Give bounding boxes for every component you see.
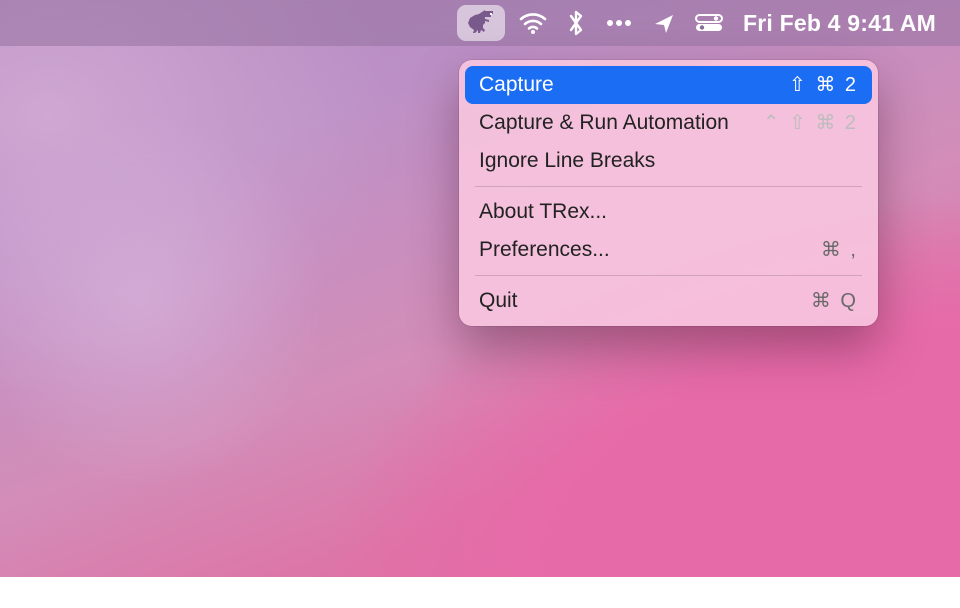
overflow-icon[interactable]: [595, 0, 643, 46]
menubar-clock[interactable]: Fri Feb 4 9:41 AM: [733, 0, 946, 46]
menu-item-label: Ignore Line Breaks: [479, 147, 655, 175]
menu-separator: [475, 275, 862, 276]
menu-item-shortcut: ⌘ ,: [821, 236, 858, 264]
location-icon[interactable]: [643, 0, 685, 46]
menu-item-label: Preferences...: [479, 236, 610, 264]
menu-item-about-trex[interactable]: About TRex...: [465, 193, 872, 231]
menu-item-quit[interactable]: Quit ⌘ Q: [465, 282, 872, 320]
menu-item-label: Capture: [479, 71, 554, 99]
trex-menubar-icon[interactable]: [457, 5, 505, 41]
menu-item-shortcut: ⌘ Q: [811, 287, 858, 315]
menu-item-preferences[interactable]: Preferences... ⌘ ,: [465, 231, 872, 269]
wallpaper-shape: [0, 0, 448, 608]
menu-item-shortcut: ⌃ ⇧ ⌘ 2: [763, 109, 858, 137]
menu-item-capture[interactable]: Capture ⇧ ⌘ 2: [465, 66, 872, 104]
bluetooth-icon[interactable]: [557, 0, 595, 46]
trex-menu: Capture ⇧ ⌘ 2 Capture & Run Automation ⌃…: [459, 60, 878, 326]
menu-separator: [475, 186, 862, 187]
menu-item-capture-run-automation[interactable]: Capture & Run Automation ⌃ ⇧ ⌘ 2: [465, 104, 872, 142]
menu-item-label: Capture & Run Automation: [479, 109, 729, 137]
wifi-icon[interactable]: [509, 0, 557, 46]
menu-item-label: Quit: [479, 287, 518, 315]
menu-item-ignore-line-breaks[interactable]: Ignore Line Breaks: [465, 142, 872, 180]
menu-item-shortcut: ⇧ ⌘ 2: [789, 71, 858, 99]
control-center-icon[interactable]: [685, 0, 733, 46]
menu-item-label: About TRex...: [479, 198, 607, 226]
menubar: Fri Feb 4 9:41 AM: [0, 0, 960, 46]
